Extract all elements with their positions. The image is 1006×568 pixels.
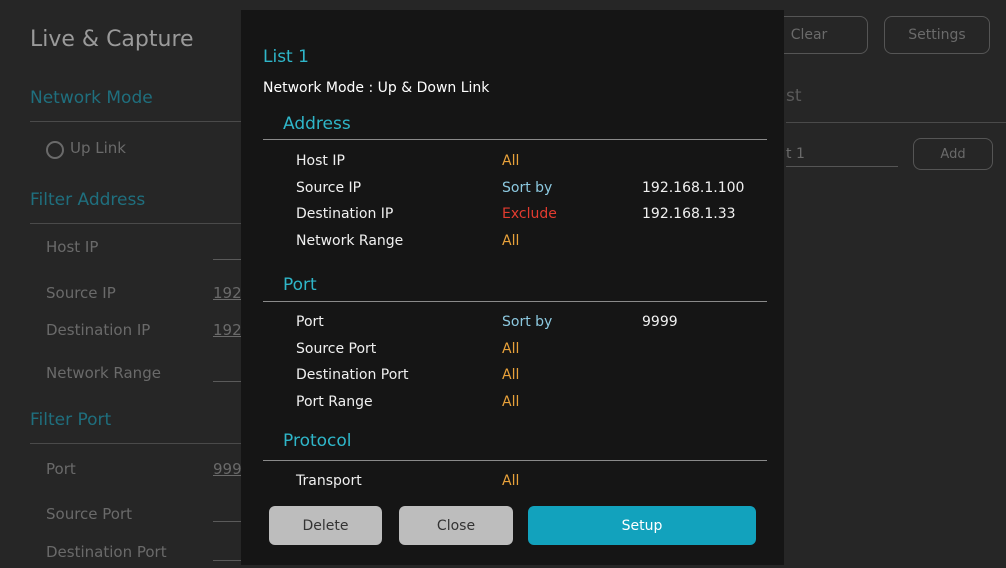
port-heading: Port bbox=[283, 275, 317, 295]
list-name-field[interactable]: t 1 bbox=[786, 146, 805, 162]
destination-ip-label: Destination IP bbox=[296, 206, 394, 222]
bg-destination-ip-label: Destination IP bbox=[46, 321, 151, 339]
source-port-status: All bbox=[502, 341, 520, 357]
divider bbox=[30, 121, 242, 122]
transport-label: Transport bbox=[296, 473, 362, 489]
source-ip-value: 192.168.1.100 bbox=[642, 180, 745, 196]
setup-button[interactable]: Setup bbox=[528, 506, 756, 545]
network-mode-heading: Network Mode bbox=[30, 88, 153, 108]
divider bbox=[263, 301, 767, 302]
divider bbox=[30, 223, 242, 224]
filter-port-heading: Filter Port bbox=[30, 410, 112, 430]
destination-ip-status: Exclude bbox=[502, 206, 557, 222]
bg-host-ip-field[interactable] bbox=[213, 259, 241, 260]
port-status: Sort by bbox=[502, 314, 553, 330]
bg-destination-port-field[interactable] bbox=[213, 560, 241, 561]
transport-status: All bbox=[502, 473, 520, 489]
uplink-radio[interactable] bbox=[46, 141, 64, 159]
host-ip-label: Host IP bbox=[296, 153, 345, 169]
network-range-status: All bbox=[502, 233, 520, 249]
uplink-radio-label: Up Link bbox=[70, 139, 126, 157]
divider bbox=[263, 139, 767, 140]
source-ip-status: Sort by bbox=[502, 180, 553, 196]
modal-title: List 1 bbox=[263, 47, 309, 67]
port-range-status: All bbox=[502, 394, 520, 410]
bg-network-range-label: Network Range bbox=[46, 364, 161, 382]
bg-port-label: Port bbox=[46, 460, 76, 478]
right-panel-title: st bbox=[786, 86, 802, 106]
network-range-label: Network Range bbox=[296, 233, 404, 249]
source-port-label: Source Port bbox=[296, 341, 377, 357]
bg-host-ip-label: Host IP bbox=[46, 238, 99, 256]
bg-source-ip-label: Source IP bbox=[46, 284, 116, 302]
network-mode-text: Network Mode : Up & Down Link bbox=[263, 80, 490, 96]
port-value: 9999 bbox=[642, 314, 678, 330]
list-name-underline bbox=[786, 166, 898, 167]
port-label: Port bbox=[296, 314, 324, 330]
bg-destination-ip-value[interactable]: 192 bbox=[213, 321, 242, 339]
bg-source-port-field[interactable] bbox=[213, 521, 241, 522]
divider bbox=[30, 443, 242, 444]
list-detail-modal: List 1 Network Mode : Up & Down Link Add… bbox=[241, 10, 784, 565]
address-heading: Address bbox=[283, 114, 351, 134]
port-range-label: Port Range bbox=[296, 394, 373, 410]
delete-button[interactable]: Delete bbox=[269, 506, 382, 545]
add-button[interactable]: Add bbox=[913, 138, 993, 170]
divider bbox=[786, 122, 1006, 123]
bg-source-ip-value[interactable]: 192 bbox=[213, 284, 242, 302]
filter-address-heading: Filter Address bbox=[30, 190, 146, 210]
destination-port-label: Destination Port bbox=[296, 367, 409, 383]
page-title: Live & Capture bbox=[30, 27, 194, 52]
host-ip-status: All bbox=[502, 153, 520, 169]
destination-ip-value: 192.168.1.33 bbox=[642, 206, 736, 222]
close-button[interactable]: Close bbox=[399, 506, 513, 545]
bg-destination-port-label: Destination Port bbox=[46, 543, 167, 561]
bg-source-port-label: Source Port bbox=[46, 505, 133, 523]
protocol-heading: Protocol bbox=[283, 431, 352, 451]
divider bbox=[263, 460, 767, 461]
source-ip-label: Source IP bbox=[296, 180, 362, 196]
destination-port-status: All bbox=[502, 367, 520, 383]
bg-port-value[interactable]: 999 bbox=[213, 460, 242, 478]
bg-network-range-field[interactable] bbox=[213, 381, 241, 382]
settings-button[interactable]: Settings bbox=[884, 16, 990, 54]
